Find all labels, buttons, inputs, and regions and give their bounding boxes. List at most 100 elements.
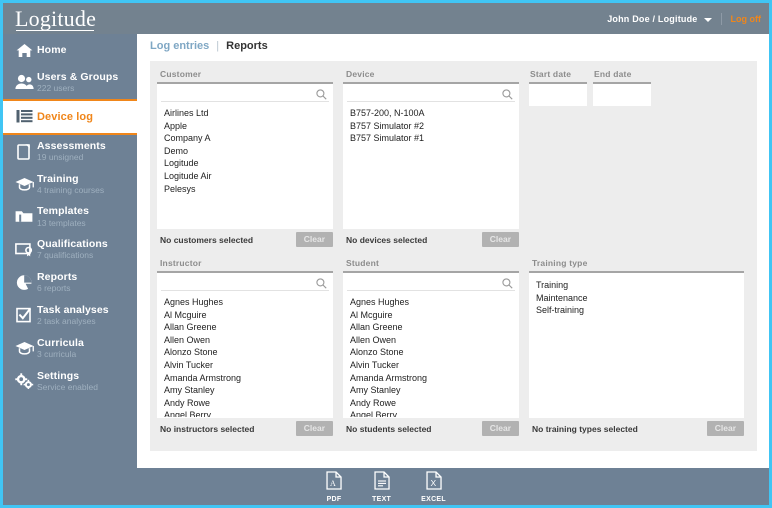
pdf-file-icon: A <box>326 471 342 495</box>
list-item[interactable]: Allen Owen <box>350 334 519 347</box>
sidebar-item-reports[interactable]: Reports 6 reports <box>3 266 137 299</box>
tab-log-entries[interactable]: Log entries <box>150 40 209 52</box>
customer-list[interactable]: Airlines Ltd Apple Company A Demo Logitu… <box>157 102 333 228</box>
device-selection-status: No devices selected <box>346 234 428 245</box>
end-date-input[interactable] <box>593 84 651 106</box>
list-item[interactable]: Al Mcguire <box>350 309 519 322</box>
training-type-clear-button[interactable]: Clear <box>706 421 744 436</box>
list-item[interactable]: Alvin Tucker <box>350 359 519 372</box>
instructor-list[interactable]: Agnes Hughes Al Mcguire Allan Greene All… <box>157 291 333 417</box>
sidebar-item-home[interactable]: Home <box>3 34 137 66</box>
sidebar-item-users-groups[interactable]: Users & Groups 222 users <box>3 66 137 99</box>
list-item[interactable]: Alonzo Stone <box>164 346 333 359</box>
list-item[interactable]: Self-training <box>536 304 744 317</box>
device-filter-panel: Device B757-200, N-100A B757 Simulator #… <box>343 68 519 248</box>
graduation-cap-icon <box>11 337 37 359</box>
sidebar-item-sublabel: 2 task analyses <box>37 316 96 327</box>
sidebar-item-task-analyses[interactable]: Task analyses 2 task analyses <box>3 299 137 332</box>
sidebar-item-settings[interactable]: Settings Service enabled <box>3 365 137 398</box>
panel-body: Training Maintenance Self-training <box>529 273 744 418</box>
sidebar-item-assessments[interactable]: Assessments 19 unsigned <box>3 135 137 168</box>
sidebar-item-qualifications[interactable]: Qualifications 7 qualifications <box>3 233 137 266</box>
instructor-selection-status: No instructors selected <box>160 423 255 434</box>
export-text-button[interactable]: TEXT <box>372 471 391 503</box>
sidebar-item-label: Reports <box>37 271 78 284</box>
sidebar-item-sublabel: 7 qualifications <box>37 250 94 261</box>
customer-clear-button[interactable]: Clear <box>295 232 333 247</box>
start-date-input[interactable] <box>529 84 587 106</box>
instructor-clear-button[interactable]: Clear <box>295 421 333 436</box>
customer-search-input[interactable] <box>161 84 309 101</box>
panel-body: Agnes Hughes Al Mcguire Allan Greene All… <box>157 273 333 418</box>
sidebar-item-sublabel: 222 users <box>37 83 75 94</box>
panel-title: Training type <box>529 257 744 273</box>
list-item[interactable]: Demo <box>164 145 333 158</box>
device-search-input[interactable] <box>347 84 495 101</box>
panel-footer: No instructors selected Clear <box>157 420 333 437</box>
search-icon[interactable] <box>502 87 513 105</box>
list-item[interactable]: Allan Greene <box>350 321 519 334</box>
list-item[interactable]: Amanda Armstrong <box>164 372 333 385</box>
text-file-icon <box>373 471 390 495</box>
student-selection-status: No students selected <box>346 423 432 434</box>
list-item[interactable]: B757 Simulator #1 <box>350 132 519 145</box>
list-item[interactable]: Maintenance <box>536 292 744 305</box>
list-item[interactable]: Andy Rowe <box>164 397 333 410</box>
logoff-link[interactable]: Log off <box>731 14 762 24</box>
device-clear-button[interactable]: Clear <box>481 232 519 247</box>
list-item[interactable]: Allan Greene <box>164 321 333 334</box>
export-label: TEXT <box>372 496 392 503</box>
sidebar-item-label: Assessments <box>37 139 106 152</box>
panel-footer: No devices selected Clear <box>343 231 519 248</box>
tab-reports[interactable]: Reports <box>226 40 268 52</box>
list-item[interactable]: B757-200, N-100A <box>350 107 519 120</box>
sidebar-item-sublabel: 4 training courses <box>37 184 105 195</box>
student-filter-panel: Student Agnes Hughes Al Mcguire Allan Gr… <box>343 257 519 437</box>
top-header-bar: Logitude John Doe / Logitude Log off <box>3 3 769 34</box>
chevron-down-icon[interactable] <box>703 17 712 22</box>
sidebar-item-device-log[interactable]: Device log <box>3 98 137 135</box>
list-item[interactable]: Allen Owen <box>164 334 333 347</box>
list-item[interactable]: Airlines Ltd <box>164 107 333 120</box>
list-item[interactable]: Logitude <box>164 157 333 170</box>
search-icon[interactable] <box>502 276 513 294</box>
list-item[interactable]: Alonzo Stone <box>350 346 519 359</box>
export-pdf-button[interactable]: A PDF <box>326 471 342 503</box>
search-icon[interactable] <box>316 276 327 294</box>
list-item[interactable]: Amanda Armstrong <box>350 372 519 385</box>
sidebar-item-training[interactable]: Training 4 training courses <box>3 168 137 201</box>
sidebar-item-curricula[interactable]: Curricula 3 curricula <box>3 332 137 365</box>
training-type-selection-status: No training types selected <box>532 423 638 434</box>
list-item[interactable]: Company A <box>164 132 333 145</box>
list-item[interactable]: Agnes Hughes <box>350 296 519 309</box>
list-item[interactable]: Angel Berry <box>164 409 333 417</box>
training-type-list[interactable]: Training Maintenance Self-training <box>529 273 744 417</box>
sidebar-item-sublabel: 19 unsigned <box>37 151 84 162</box>
sidebar-item-templates[interactable]: Templates 13 templates <box>3 200 137 233</box>
list-item[interactable]: Pelesys <box>164 183 333 196</box>
logo-underline <box>16 30 94 31</box>
student-search-row <box>347 273 515 291</box>
search-icon[interactable] <box>316 87 327 105</box>
student-clear-button[interactable]: Clear <box>481 421 519 436</box>
list-item[interactable]: Amy Stanley <box>350 384 519 397</box>
app-logo[interactable]: Logitude <box>15 6 96 32</box>
list-item[interactable]: B757 Simulator #2 <box>350 120 519 133</box>
device-list[interactable]: B757-200, N-100A B757 Simulator #2 B757 … <box>343 102 519 228</box>
list-item[interactable]: Andy Rowe <box>350 397 519 410</box>
list-item[interactable]: Agnes Hughes <box>164 296 333 309</box>
user-account-label[interactable]: John Doe / Logitude <box>607 14 697 24</box>
export-excel-button[interactable]: X EXCEL <box>421 471 446 503</box>
instructor-search-input[interactable] <box>161 273 309 290</box>
student-search-input[interactable] <box>347 273 495 290</box>
list-item[interactable]: Training <box>536 279 744 292</box>
start-date-label: Start date <box>529 68 587 84</box>
sidebar-item-sublabel: 6 reports <box>37 283 71 294</box>
list-item[interactable]: Al Mcguire <box>164 309 333 322</box>
student-list[interactable]: Agnes Hughes Al Mcguire Allan Greene All… <box>343 291 519 417</box>
list-item[interactable]: Apple <box>164 120 333 133</box>
list-item[interactable]: Logitude Air <box>164 170 333 183</box>
list-item[interactable]: Angel Berry <box>350 409 519 417</box>
list-item[interactable]: Amy Stanley <box>164 384 333 397</box>
list-item[interactable]: Alvin Tucker <box>164 359 333 372</box>
